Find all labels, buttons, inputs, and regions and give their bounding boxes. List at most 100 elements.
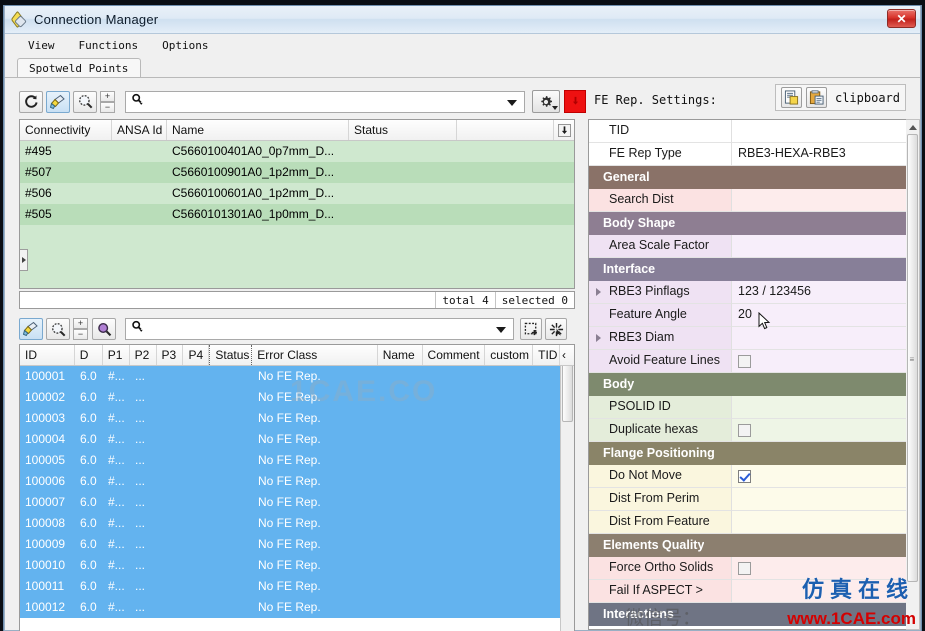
zoom-in-button[interactable]: + (100, 90, 115, 102)
property-value[interactable] (732, 120, 906, 143)
col-error-class[interactable]: Error Class (252, 345, 378, 365)
property-value[interactable] (732, 327, 906, 350)
points-search-input[interactable] (147, 321, 492, 337)
property-row[interactable]: RBE3 Diam (589, 327, 906, 350)
col-name[interactable]: Name (378, 345, 423, 365)
property-row[interactable]: Feature Angle 20 (589, 304, 906, 327)
points-zoom-out-button[interactable]: − (73, 329, 88, 340)
table-row[interactable]: #495 C5660100401A0_0p7mm_D... (20, 141, 574, 162)
property-checkbox[interactable] (738, 562, 751, 575)
table-row[interactable]: 100003 6.0 #...... No FE Rep. (20, 408, 574, 429)
property-row[interactable]: Avoid Feature Lines (589, 350, 906, 373)
table-row[interactable]: 100007 6.0 #...... No FE Rep. (20, 492, 574, 513)
col-connectivity[interactable]: Connectivity (20, 120, 112, 140)
property-row[interactable]: Do Not Move (589, 465, 906, 488)
property-row[interactable]: Area Scale Factor (589, 235, 906, 258)
connections-table-body[interactable]: #495 C5660100401A0_0p7mm_D... #507 C5660… (20, 141, 574, 288)
menu-view[interactable]: View (19, 37, 64, 54)
col-more[interactable]: ‹ (560, 345, 574, 365)
settings-gear-button[interactable] (532, 90, 560, 113)
points-search-box[interactable] (125, 318, 514, 340)
col-d[interactable]: D (75, 345, 103, 365)
zoom-out-button[interactable]: − (100, 101, 115, 113)
clipboard-paste-button[interactable] (805, 87, 827, 108)
points-zoom-in-button[interactable]: + (73, 318, 88, 329)
tab-spotweld-points[interactable]: Spotweld Points (17, 58, 142, 78)
zoom-area-button[interactable] (73, 90, 97, 113)
expand-triangle-icon[interactable] (596, 288, 601, 296)
table-row[interactable]: 100010 6.0 #...... No FE Rep. (20, 555, 574, 576)
property-value[interactable]: 20 (732, 304, 906, 327)
col-tid[interactable]: TID (533, 345, 561, 365)
table-row[interactable]: 100001 6.0 #...... No FE Rep. (20, 366, 574, 387)
property-row[interactable]: Dist From Feature (589, 511, 906, 534)
property-checkbox[interactable] (738, 355, 751, 368)
properties-vertical-scrollbar[interactable]: ≡ (906, 119, 920, 630)
table-row[interactable]: #507 C5660100901A0_1p2mm_D... (20, 162, 574, 183)
chevron-down-icon[interactable] (496, 327, 506, 333)
connections-table[interactable]: Connectivity ANSA Id Name Status #495 C5… (19, 119, 575, 289)
gear-dropdown-caret-icon[interactable] (552, 106, 558, 110)
points-zoom-area-button[interactable] (46, 318, 70, 340)
col-p3[interactable]: P3 (157, 345, 184, 365)
points-table[interactable]: ID D P1 P2 P3 P4 Status Error Class Name… (19, 344, 575, 631)
col-p2[interactable]: P2 (130, 345, 157, 365)
connections-search-input[interactable] (147, 93, 502, 110)
col-status[interactable]: Status (349, 120, 457, 140)
table-row[interactable]: 100005 6.0 #...... No FE Rep. (20, 450, 574, 471)
property-row[interactable]: FE Rep Type RBE3-HEXA-RBE3 (589, 143, 906, 166)
property-row[interactable]: TID (589, 120, 906, 143)
vscroll-thumb[interactable] (562, 366, 573, 422)
table-row[interactable]: 100009 6.0 #...... No FE Rep. (20, 534, 574, 555)
menu-functions[interactable]: Functions (70, 37, 148, 54)
select-rectangle-button[interactable] (520, 318, 542, 340)
property-value[interactable] (732, 350, 906, 373)
property-value[interactable] (732, 465, 906, 488)
clipboard-read-button[interactable] (780, 87, 802, 108)
refresh-button[interactable] (19, 90, 43, 113)
property-checkbox[interactable] (738, 424, 751, 437)
property-value[interactable] (732, 189, 906, 212)
property-row[interactable]: Search Dist (589, 189, 906, 212)
expand-triangle-icon[interactable] (596, 334, 601, 342)
property-row[interactable]: Dist From Perim (589, 488, 906, 511)
property-value[interactable] (732, 557, 906, 580)
table-row[interactable]: 100002 6.0 #...... No FE Rep. (20, 387, 574, 408)
property-row[interactable]: RBE3 Pinflags 123 / 123456 (589, 281, 906, 304)
table-row[interactable]: #506 C5660100601A0_1p2mm_D... (20, 183, 574, 204)
chevron-down-icon[interactable] (507, 99, 517, 106)
delete-button[interactable] (564, 90, 586, 113)
col-status[interactable]: Status (209, 345, 253, 365)
property-row[interactable]: PSOLID ID (589, 396, 906, 419)
col-p4[interactable]: P4 (183, 345, 210, 365)
points-clean-brush-button[interactable] (19, 318, 43, 340)
table-row[interactable]: 100011 6.0 #...... No FE Rep. (20, 576, 574, 597)
property-value[interactable]: RBE3-HEXA-RBE3 (732, 143, 906, 166)
points-vertical-scrollbar[interactable] (560, 366, 574, 631)
property-value[interactable] (732, 580, 906, 603)
property-row[interactable]: Fail If ASPECT > (589, 580, 906, 603)
fe-properties-table[interactable]: TID FE Rep Type RBE3-HEXA-RBE3 General Searc… (588, 119, 906, 630)
col-ansa-id[interactable]: ANSA Id (112, 120, 167, 140)
col-p1[interactable]: P1 (103, 345, 130, 365)
table-row[interactable]: #505 C5660101301A0_1p0mm_D... (20, 204, 574, 225)
property-value[interactable] (732, 511, 906, 534)
connections-search-box[interactable] (125, 90, 525, 113)
col-name[interactable]: Name (167, 120, 349, 140)
table-row[interactable]: 100012 6.0 #...... No FE Rep. (20, 597, 574, 618)
column-chooser-button[interactable] (553, 120, 574, 140)
col-id[interactable]: ID (20, 345, 75, 365)
property-value[interactable]: 123 / 123456 (732, 281, 906, 304)
property-value[interactable] (732, 419, 906, 442)
props-scroll-up-button[interactable] (906, 120, 919, 134)
property-value[interactable] (732, 396, 906, 419)
property-checkbox[interactable] (738, 470, 751, 483)
property-row[interactable]: Force Ortho Solids (589, 557, 906, 580)
property-value[interactable] (732, 488, 906, 511)
points-table-body[interactable]: 100001 6.0 #...... No FE Rep. 100002 6.0 #....… (20, 366, 574, 631)
points-find-button[interactable] (92, 318, 116, 340)
property-value[interactable] (732, 235, 906, 258)
clean-brush-button[interactable] (46, 90, 70, 113)
menu-options[interactable]: Options (153, 37, 217, 54)
col-custom[interactable]: custom (485, 345, 534, 365)
